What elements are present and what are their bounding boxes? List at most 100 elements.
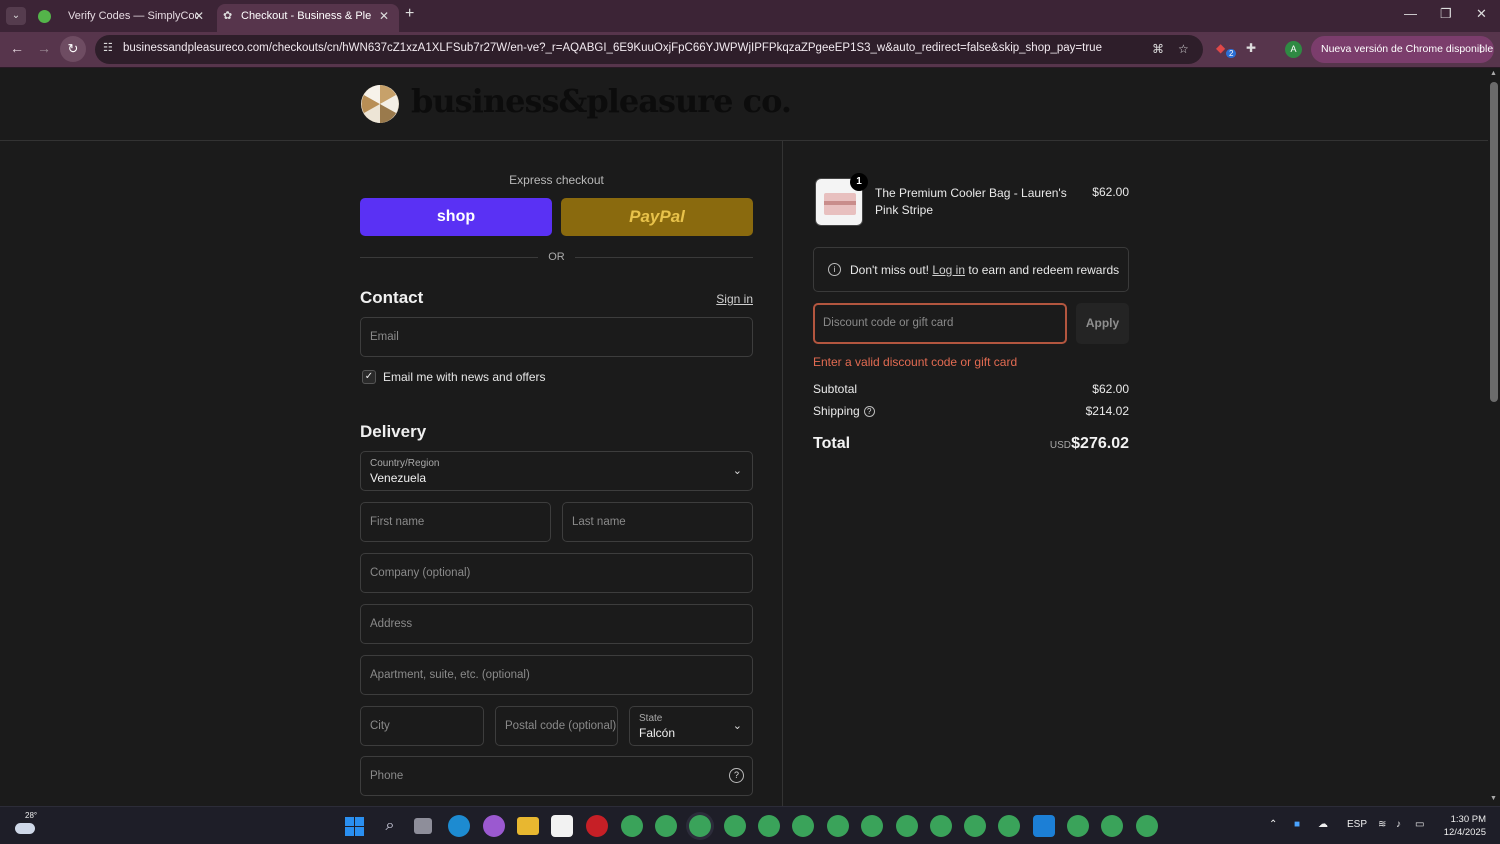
email-field[interactable]: Email: [360, 317, 753, 357]
discount-code-input[interactable]: Discount code or gift card: [813, 303, 1067, 344]
cloud-icon: [15, 823, 35, 834]
chrome-profile-icon[interactable]: [896, 815, 918, 837]
chrome-profile-icon[interactable]: [1101, 815, 1123, 837]
chrome-profile-icon[interactable]: [998, 815, 1020, 837]
address-field[interactable]: Address: [360, 604, 753, 644]
wifi-icon[interactable]: ≋: [1378, 819, 1386, 830]
task-view-icon[interactable]: [414, 818, 432, 834]
subtotal-value: $62.00: [1092, 382, 1129, 396]
company-field[interactable]: Company (optional): [360, 553, 753, 593]
simplycodes-favicon-icon: [38, 10, 51, 23]
shop-pay-button[interactable]: shop: [360, 198, 552, 236]
file-explorer-icon[interactable]: [517, 817, 539, 835]
country-select[interactable]: Country/Region Venezuela ⌄: [360, 451, 753, 491]
new-tab-icon[interactable]: +: [405, 5, 414, 23]
volume-icon[interactable]: ♪: [1396, 819, 1401, 830]
shield-icon[interactable]: [1033, 815, 1055, 837]
temperature: 28°: [25, 811, 38, 820]
chrome-profile-icon[interactable]: [689, 815, 711, 837]
rewards-login-link[interactable]: Log in: [932, 263, 965, 277]
tray-app-icon[interactable]: ■: [1294, 819, 1300, 830]
chrome-profile-icon[interactable]: [964, 815, 986, 837]
chrome-profile-icon[interactable]: [1136, 815, 1158, 837]
store-header: business&pleasure co.: [0, 68, 1488, 141]
apartment-field[interactable]: Apartment, suite, etc. (optional): [360, 655, 753, 695]
page-scrollbar[interactable]: ▲ ▼: [1488, 68, 1500, 806]
edge-icon[interactable]: [448, 815, 470, 837]
chrome-update-chip[interactable]: Nueva versión de Chrome disponible ⋮: [1311, 36, 1494, 63]
chrome-profile-icon[interactable]: [861, 815, 883, 837]
chrome-profile-icon[interactable]: [621, 815, 643, 837]
news-checkbox-label[interactable]: Email me with news and offers: [383, 370, 546, 384]
minimize-icon[interactable]: —: [1404, 6, 1417, 21]
tab-checkout[interactable]: ✿ Checkout - Business & Pleasure ✕: [217, 4, 399, 32]
close-tab-icon[interactable]: ✕: [194, 4, 204, 28]
store-logo-text[interactable]: business&pleasure co.: [411, 82, 792, 120]
phone-placeholder: Phone: [370, 770, 404, 782]
store-icon[interactable]: [551, 815, 573, 837]
postal-code-field[interactable]: Postal code (optional): [495, 706, 618, 746]
weather-widget[interactable]: 28°: [15, 811, 37, 839]
total-label: Total: [813, 435, 851, 452]
copilot-icon[interactable]: [483, 815, 505, 837]
shipping-label: Shipping: [813, 404, 860, 418]
close-window-icon[interactable]: ✕: [1476, 6, 1487, 22]
chrome-profile-icon[interactable]: [930, 815, 952, 837]
chrome-profile-icon[interactable]: [1067, 815, 1089, 837]
profile-avatar[interactable]: A: [1285, 41, 1302, 58]
start-icon[interactable]: [345, 817, 364, 836]
help-icon[interactable]: ?: [729, 768, 744, 783]
back-icon[interactable]: ←: [7, 40, 27, 56]
first-name-field[interactable]: First name: [360, 502, 551, 542]
translate-icon[interactable]: ⌘: [1152, 42, 1164, 56]
chrome-profile-icon[interactable]: [655, 815, 677, 837]
chrome-profile-icon[interactable]: [827, 815, 849, 837]
language-indicator[interactable]: ESP: [1347, 819, 1367, 830]
chrome-profile-icon[interactable]: [792, 815, 814, 837]
total-currency: USD: [1049, 440, 1071, 451]
store-logo-icon[interactable]: [360, 84, 400, 124]
chevron-down-icon: ⌄: [732, 465, 742, 477]
tray-chevron-icon[interactable]: ⌃: [1269, 819, 1277, 830]
battery-icon[interactable]: ▭: [1415, 819, 1424, 830]
close-tab-icon[interactable]: ✕: [379, 4, 389, 28]
news-checkbox[interactable]: ✓: [362, 370, 376, 384]
forward-icon[interactable]: →: [34, 40, 54, 56]
scrollbar-thumb[interactable]: [1490, 82, 1498, 402]
sign-in-link[interactable]: Sign in: [716, 292, 753, 306]
scroll-up-icon[interactable]: ▲: [1490, 70, 1497, 77]
city-field[interactable]: City: [360, 706, 484, 746]
restore-icon[interactable]: ❐: [1440, 6, 1452, 22]
more-menu-icon[interactable]: ⋮: [1476, 36, 1487, 63]
subtotal-row: Subtotal $62.00: [813, 382, 1129, 396]
shipping-help-icon[interactable]: ?: [863, 406, 875, 418]
scroll-down-icon[interactable]: ▼: [1490, 795, 1497, 802]
extensions-puzzle-icon[interactable]: ✚: [1246, 41, 1256, 55]
delivery-title: Delivery: [360, 422, 427, 441]
address-bar[interactable]: ☷ businessandpleasureco.com/checkouts/cn…: [95, 35, 1203, 64]
system-clock[interactable]: 1:30 PM 12/4/2025: [1440, 813, 1486, 839]
tab-search-icon[interactable]: ⌄: [6, 7, 26, 25]
address-placeholder: Address: [370, 618, 413, 630]
url-text[interactable]: businessandpleasureco.com/checkouts/cn/h…: [123, 42, 1102, 54]
chrome-profile-icon[interactable]: [758, 815, 780, 837]
site-info-icon[interactable]: ☷: [103, 41, 113, 54]
chrome-profile-icon[interactable]: [724, 815, 746, 837]
state-value: Falcón: [639, 726, 676, 740]
phone-field[interactable]: Phone ?: [360, 756, 753, 796]
state-label: State: [639, 713, 663, 724]
bookmark-star-icon[interactable]: ☆: [1178, 42, 1189, 56]
app-icon[interactable]: [586, 815, 608, 837]
tab-simplycodes[interactable]: Verify Codes — SimplyCodes ✕: [30, 4, 214, 32]
apply-button[interactable]: Apply: [1076, 303, 1129, 344]
extension-icon[interactable]: ◆: [1216, 41, 1225, 55]
email-placeholder: Email: [370, 331, 399, 343]
paypal-button[interactable]: PayPal: [561, 198, 753, 236]
last-name-field[interactable]: Last name: [562, 502, 753, 542]
state-select[interactable]: State Falcón ⌄: [629, 706, 753, 746]
reload-icon[interactable]: ↻: [60, 36, 86, 62]
onedrive-icon[interactable]: ☁: [1318, 819, 1328, 830]
search-icon[interactable]: ⌕: [379, 815, 401, 837]
info-icon: i: [828, 263, 841, 276]
rewards-banner: i Don't miss out! Log in to earn and red…: [813, 247, 1129, 292]
